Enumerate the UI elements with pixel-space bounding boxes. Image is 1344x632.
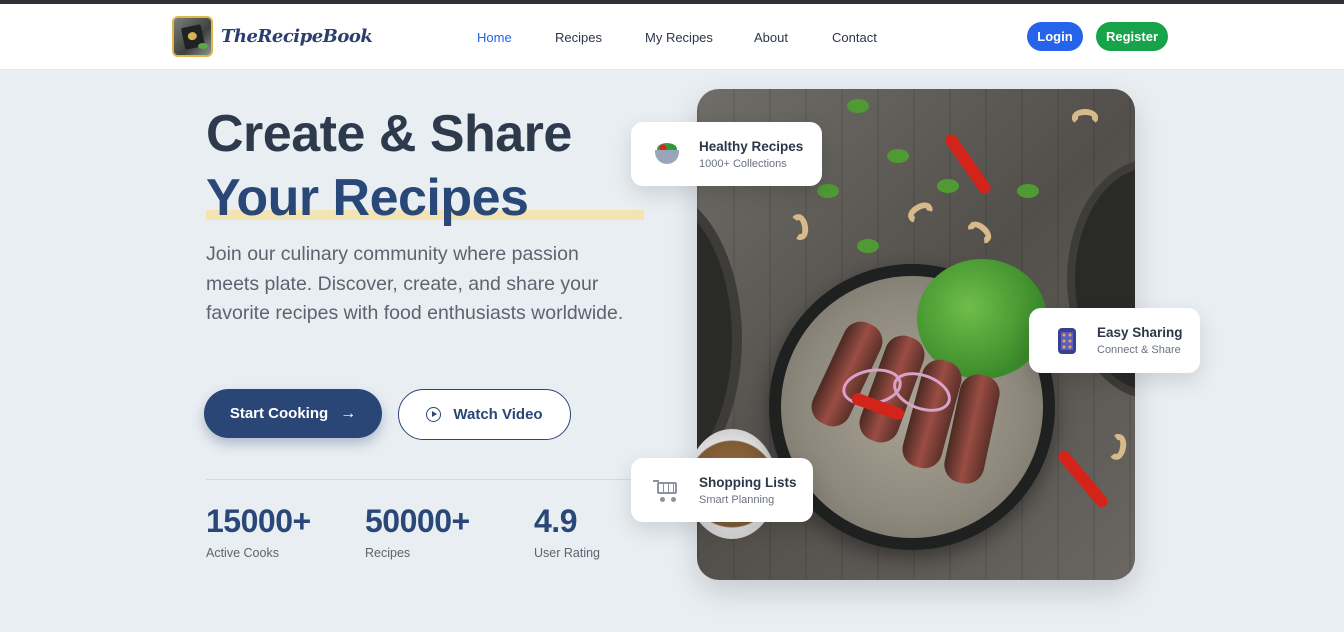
- hero-description: Join our culinary community where passio…: [206, 243, 624, 324]
- stat-label: Recipes: [365, 546, 411, 560]
- nav-link-contact[interactable]: Contact: [832, 30, 877, 45]
- cashew: [904, 198, 936, 226]
- stat-label: Active Cooks: [206, 546, 279, 560]
- cashew: [1072, 109, 1098, 125]
- feature-card-title: Healthy Recipes: [699, 138, 804, 154]
- cashew: [1107, 432, 1129, 462]
- start-cooking-label: Start Cooking: [229, 405, 329, 422]
- stats-divider: [206, 479, 636, 480]
- herb-leaf: [857, 239, 879, 253]
- herb-leaf: [1017, 184, 1039, 198]
- mobile-phone-icon: [1053, 327, 1081, 355]
- stat-value: 15000+: [206, 503, 311, 539]
- chili-pepper: [1055, 448, 1111, 510]
- feature-card-subtitle: 1000+ Collections: [699, 157, 787, 170]
- herb-leaf: [847, 99, 869, 113]
- play-circle-icon: [426, 407, 442, 422]
- salad-icon: [653, 140, 681, 168]
- login-button[interactable]: Login: [1027, 22, 1083, 51]
- cashew: [789, 212, 811, 242]
- nav-link-home[interactable]: Home: [477, 30, 512, 45]
- stat-user-rating: 4.9 User Rating: [534, 503, 600, 560]
- register-button[interactable]: Register: [1096, 22, 1168, 51]
- stat-recipes: 50000+ Recipes: [365, 503, 470, 560]
- stat-value: 4.9: [534, 503, 577, 539]
- shopping-cart-icon: [653, 476, 681, 504]
- hero-title-line1: Create & Share: [206, 105, 572, 163]
- nav-link-about[interactable]: About: [754, 30, 788, 45]
- stat-label: User Rating: [534, 546, 600, 560]
- feature-card-easy-sharing: Easy Sharing Connect & Share: [1029, 308, 1200, 373]
- start-cooking-button[interactable]: Start Cooking →: [204, 389, 382, 438]
- hero-title-line2: Your Recipes: [206, 169, 529, 227]
- feature-card-title: Easy Sharing: [1097, 325, 1183, 340]
- feature-card-subtitle: Connect & Share: [1097, 344, 1181, 356]
- navbar: TheRecipeBook Home Recipes My Recipes Ab…: [0, 4, 1344, 70]
- watch-video-label: Watch Video: [453, 406, 543, 423]
- feature-card-healthy-recipes: Healthy Recipes 1000+ Collections: [631, 122, 822, 186]
- stat-active-cooks: 15000+ Active Cooks: [206, 503, 311, 560]
- herb-leaf: [817, 184, 839, 198]
- herb-leaf: [887, 149, 909, 163]
- feature-card-shopping-lists: Shopping Lists Smart Planning: [631, 458, 813, 522]
- cashew: [964, 217, 996, 247]
- nav-link-my-recipes[interactable]: My Recipes: [645, 30, 713, 45]
- arrow-right-icon: →: [340, 404, 357, 422]
- nav-link-recipes[interactable]: Recipes: [555, 30, 602, 45]
- herb-leaf: [937, 179, 959, 193]
- feature-card-subtitle: Smart Planning: [699, 493, 775, 506]
- feature-card-title: Shopping Lists: [699, 474, 797, 490]
- stat-value: 50000+: [365, 503, 470, 539]
- watch-video-button[interactable]: Watch Video: [398, 389, 571, 440]
